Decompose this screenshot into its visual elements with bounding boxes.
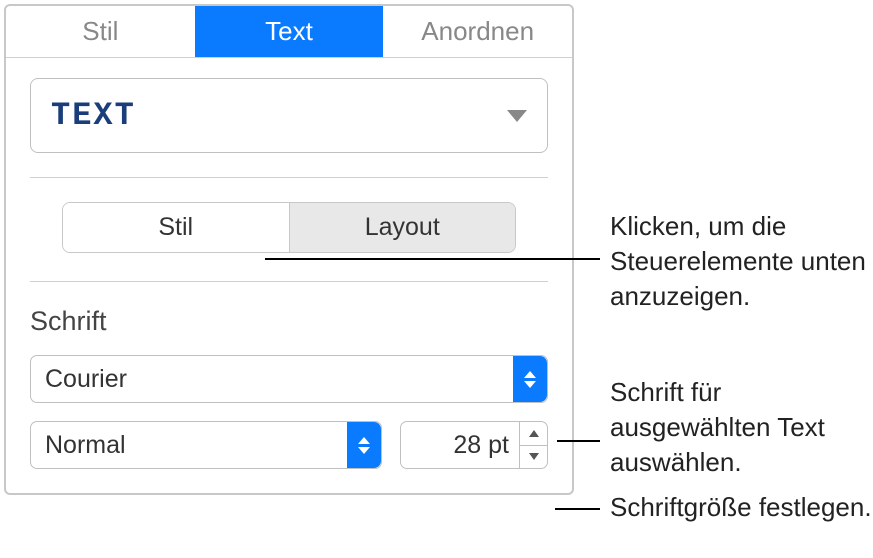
- font-size-stepper: [519, 422, 547, 468]
- select-arrows-icon: [347, 422, 381, 468]
- top-tabs: Stil Text Anordnen: [6, 6, 572, 58]
- subtab-layout[interactable]: Layout: [290, 203, 516, 252]
- callout-size: Schriftgröße festlegen.: [610, 490, 872, 525]
- chevron-down-icon: [507, 110, 527, 122]
- stepper-down-button[interactable]: [520, 446, 547, 469]
- select-arrows-icon: [513, 356, 547, 402]
- font-family-value: Courier: [45, 365, 513, 394]
- inspector-panel: Stil Text Anordnen TEXT Stil Layout Schr…: [4, 4, 574, 495]
- panel-body: TEXT Stil Layout Schrift Courier Normal: [6, 58, 572, 493]
- divider-2: [30, 281, 548, 282]
- callout-controls: Klicken, um die Steuerelemente unten anz…: [610, 209, 873, 314]
- callout-font: Schrift für ausgewählten Text auswählen.: [610, 375, 873, 480]
- text-style-dropdown[interactable]: TEXT: [30, 78, 548, 153]
- font-family-select[interactable]: Courier: [30, 355, 548, 403]
- subtab-stil[interactable]: Stil: [63, 203, 290, 252]
- sub-tabs: Stil Layout: [62, 202, 516, 253]
- font-section-heading: Schrift: [30, 306, 548, 337]
- font-row: Normal 28 pt: [30, 421, 548, 469]
- font-variant-select[interactable]: Normal: [30, 421, 382, 469]
- text-style-label: TEXT: [51, 97, 136, 134]
- callout-line-controls: [265, 258, 600, 260]
- arrow-down-icon: [529, 453, 539, 460]
- callout-line-size: [555, 508, 600, 510]
- stepper-up-button[interactable]: [520, 422, 547, 446]
- tab-anordnen[interactable]: Anordnen: [383, 6, 572, 57]
- callout-line-font: [557, 440, 600, 442]
- tab-stil[interactable]: Stil: [6, 6, 195, 57]
- arrow-up-icon: [529, 430, 539, 437]
- divider: [30, 177, 548, 178]
- font-size-value: 28 pt: [401, 431, 519, 460]
- font-size-control[interactable]: 28 pt: [400, 421, 548, 469]
- font-variant-value: Normal: [45, 431, 347, 460]
- tab-text[interactable]: Text: [195, 6, 384, 57]
